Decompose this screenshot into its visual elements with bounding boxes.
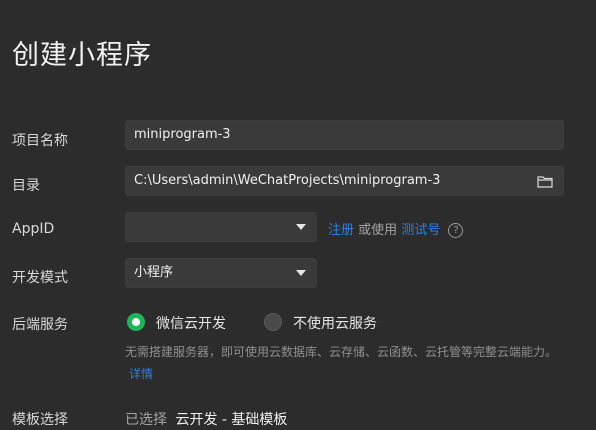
question-circle-icon[interactable]: ? [448, 223, 464, 238]
appid-select[interactable] [125, 212, 317, 242]
appid-links: 注册 或使用 测试号 ? [328, 219, 464, 238]
dev-mode-label: 开发模式 [12, 270, 68, 286]
project-name-input[interactable]: miniprogram-3 [125, 120, 564, 150]
radio-no-cloud[interactable] [264, 313, 282, 331]
chevron-down-icon [296, 224, 306, 230]
template-label: 模板选择 [12, 412, 68, 428]
dev-mode-select[interactable]: 小程序 [125, 258, 317, 288]
template-selected-prefix: 已选择 [125, 412, 167, 428]
folder-icon[interactable] [537, 175, 553, 188]
directory-value: C:\Users\admin\WeChatProjects\miniprogra… [134, 173, 441, 188]
template-selection: 已选择 云开发 - 基础模板 [125, 409, 287, 429]
chevron-down-icon [296, 270, 306, 276]
backend-description: 无需搭建服务器，即可使用云数据库、云存储、云函数、云托管等完整云端能力。 详情 [125, 341, 575, 385]
create-miniprogram-page: 创建小程序 项目名称 miniprogram-3 目录 C:\Users\adm… [0, 0, 596, 430]
backend-description-text: 无需搭建服务器，即可使用云数据库、云存储、云函数、云托管等完整云端能力。 [125, 345, 558, 359]
project-name-value: miniprogram-3 [134, 127, 231, 142]
radio-wechat-cloud[interactable] [127, 313, 145, 331]
page-title: 创建小程序 [12, 40, 152, 71]
template-selected-value[interactable]: 云开发 - 基础模板 [175, 412, 287, 428]
radio-no-cloud-label[interactable]: 不使用云服务 [293, 313, 377, 333]
directory-label: 目录 [12, 178, 40, 194]
test-account-link[interactable]: 测试号 [401, 223, 440, 238]
or-use-text: 或使用 [358, 223, 398, 238]
dev-mode-value: 小程序 [134, 265, 174, 280]
directory-input[interactable]: C:\Users\admin\WeChatProjects\miniprogra… [125, 166, 564, 196]
radio-wechat-cloud-label[interactable]: 微信云开发 [156, 313, 226, 333]
register-link[interactable]: 注册 [328, 223, 354, 238]
details-link[interactable]: 详情 [129, 367, 153, 381]
backend-label: 后端服务 [12, 317, 68, 333]
appid-label: AppID [12, 221, 55, 237]
project-name-label: 项目名称 [12, 133, 68, 149]
